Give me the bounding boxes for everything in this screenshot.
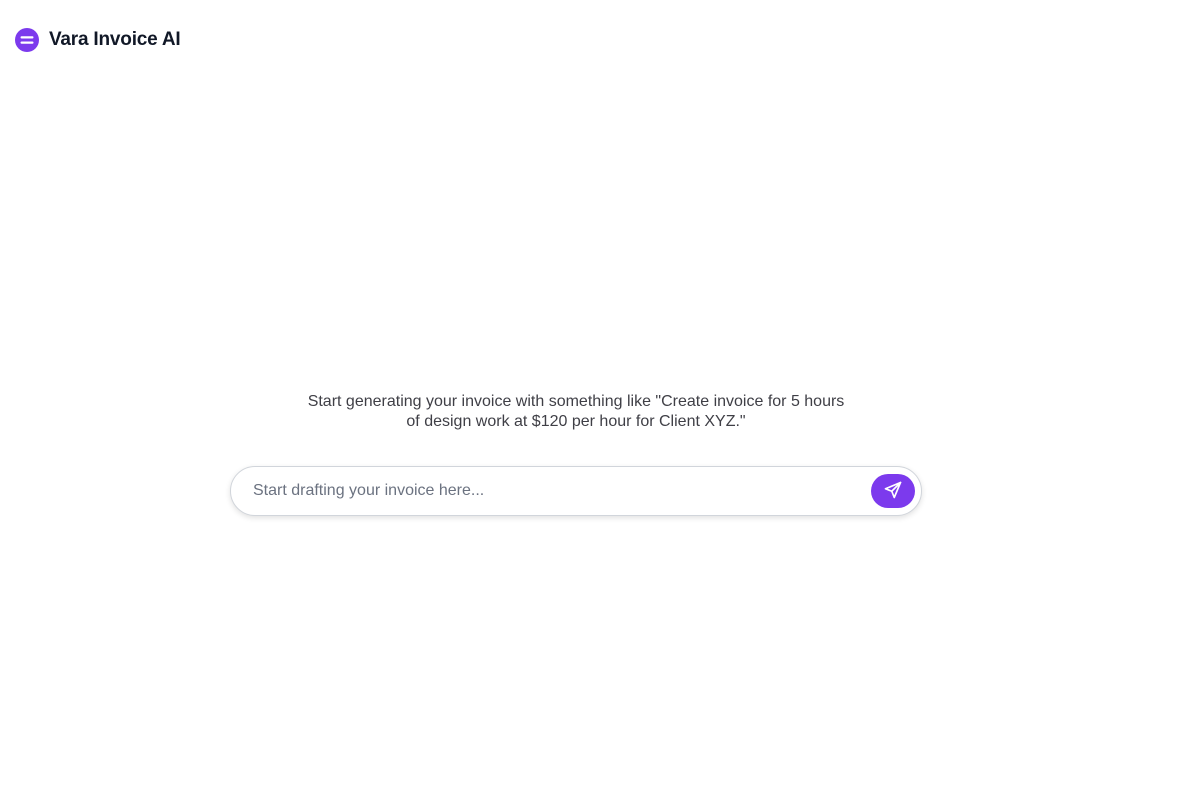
prompt-hint-line-1: Start generating your invoice with somet…: [307, 393, 845, 410]
prompt-hint-line-2: of design work at $120 per hour for Clie…: [406, 413, 746, 430]
brand: Vara Invoice AI: [15, 28, 181, 52]
send-icon: [883, 480, 903, 503]
invoice-prompt-input[interactable]: [253, 467, 871, 515]
prompt-hint: Start generating your invoice with somet…: [250, 392, 902, 432]
page: Vara Invoice AI Start generating your in…: [0, 0, 1200, 800]
send-button[interactable]: [871, 474, 915, 508]
menu-circle-icon: [15, 28, 39, 52]
brand-name: Vara Invoice AI: [49, 29, 181, 50]
invoice-composer: [230, 466, 922, 516]
